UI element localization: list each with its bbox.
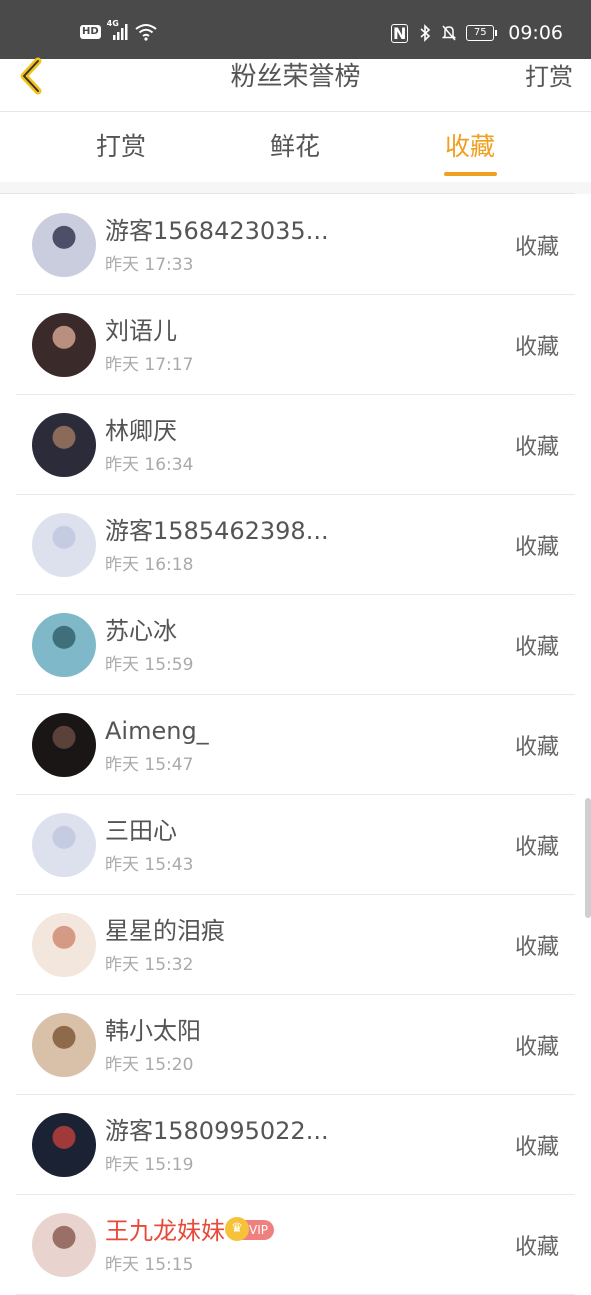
tab-flowers[interactable]: 鲜花	[270, 130, 320, 164]
user-name: 林卿厌	[105, 415, 177, 447]
list-item[interactable]: Aimeng_ 昨天 15:47 收藏	[16, 695, 575, 795]
avatar[interactable]	[32, 213, 96, 277]
list-item[interactable]: 游客1580995022... 昨天 15:19 收藏	[16, 1095, 575, 1195]
status-left: HD 4G	[80, 19, 157, 42]
nfc-icon: N	[391, 23, 409, 43]
active-tab-indicator	[444, 172, 497, 176]
nav-bar: 粉丝荣誉榜 打赏	[0, 57, 591, 112]
user-name: 苏心冰	[105, 615, 177, 647]
list-item[interactable]: 游客1585462398... 昨天 16:18 收藏	[16, 495, 575, 595]
timestamp: 昨天 15:59	[105, 655, 194, 675]
favorite-label: 收藏	[514, 535, 559, 560]
avatar[interactable]	[32, 1113, 96, 1177]
list-item[interactable]: 星星的泪痕昨天 15:32 收藏	[16, 895, 575, 995]
cellular-signal-icon: 4G	[107, 19, 129, 42]
favorite-label: 收藏	[514, 1035, 559, 1060]
user-name: 王九龙妹妹 ♛ VIP	[105, 1215, 274, 1247]
avatar[interactable]	[32, 713, 96, 777]
favorite-label: 收藏	[514, 935, 559, 960]
favorite-label: 收藏	[514, 735, 559, 760]
status-clock: 09:06	[508, 22, 563, 44]
tab-favorites[interactable]: 收藏	[445, 130, 495, 164]
user-name: 游客1580995022...	[105, 1115, 329, 1147]
scrollbar[interactable]	[585, 798, 591, 918]
timestamp: 昨天 15:19	[105, 1155, 194, 1175]
favorite-label: 收藏	[514, 235, 559, 260]
user-name-text: 王九龙妹妹	[105, 1217, 225, 1245]
user-name-text: 星星的泪痕	[105, 917, 225, 945]
vip-badge: ♛ VIP	[225, 1217, 274, 1241]
user-name-text: Aimeng_	[105, 717, 209, 745]
timestamp: 昨天 15:43	[105, 855, 194, 875]
timestamp: 昨天 17:33	[105, 255, 194, 275]
user-name: 游客1568423035...	[105, 215, 329, 247]
timestamp: 昨天 16:18	[105, 555, 194, 575]
list-item[interactable]: 苏心冰昨天 15:59 收藏	[16, 595, 575, 695]
user-name-text: 三田心	[105, 817, 177, 845]
timestamp: 昨天 17:17	[105, 355, 194, 375]
user-name: 星星的泪痕	[105, 915, 225, 947]
timestamp: 昨天 16:34	[105, 455, 194, 475]
avatar[interactable]	[32, 413, 96, 477]
user-name: 韩小太阳	[105, 1015, 201, 1047]
list-item[interactable]: 林卿厌昨天 16:34 收藏	[16, 395, 575, 495]
user-name-text: 韩小太阳	[105, 1017, 201, 1045]
tip-button[interactable]: 打赏	[525, 59, 573, 95]
vip-label: VIP	[249, 1223, 268, 1237]
user-name: 游客1585462398...	[105, 515, 329, 547]
avatar[interactable]	[32, 513, 96, 577]
crown-icon: ♛	[225, 1217, 249, 1241]
status-bar: HD 4G N 75 09:06	[0, 0, 591, 59]
wifi-icon	[135, 24, 157, 41]
favorite-label: 收藏	[514, 435, 559, 460]
battery-icon: 75	[466, 25, 498, 41]
avatar[interactable]	[32, 1213, 96, 1277]
user-name-text: 刘语儿	[105, 317, 177, 345]
list-item[interactable]: 三田心昨天 15:43 收藏	[16, 795, 575, 895]
timestamp: 昨天 15:15	[105, 1255, 194, 1275]
favorite-label: 收藏	[514, 1235, 559, 1260]
avatar[interactable]	[32, 1013, 96, 1077]
user-name-text: 游客1568423035...	[105, 217, 329, 245]
favorite-label: 收藏	[514, 635, 559, 660]
user-name: 刘语儿	[105, 315, 177, 347]
user-name-text: 苏心冰	[105, 617, 177, 645]
status-right: N 75 09:06	[391, 22, 563, 44]
hd-indicator: HD	[80, 25, 101, 39]
tab-tip[interactable]: 打赏	[96, 130, 146, 164]
fan-list: 游客1568423035... 昨天 17:33 收藏 刘语儿 昨天 17:17 收藏 林卿…	[0, 195, 591, 1295]
timestamp: 昨天 15:47	[105, 755, 194, 775]
list-item[interactable]: 游客1568423035... 昨天 17:33 收藏	[16, 195, 575, 295]
page-title: 粉丝荣誉榜	[230, 62, 361, 92]
avatar[interactable]	[32, 813, 96, 877]
favorite-label: 收藏	[514, 1135, 559, 1160]
user-name-text: 林卿厌	[105, 417, 177, 445]
list-item[interactable]: 刘语儿昨天 17:17 收藏	[16, 295, 575, 395]
list-item[interactable]: 王九龙妹妹 ♛ VIP 昨天 15:15 收藏	[16, 1195, 575, 1295]
tab-bar: 打赏 鲜花 收藏	[0, 112, 591, 182]
bluetooth-icon	[420, 24, 431, 42]
user-name: Aimeng_	[105, 715, 209, 747]
timestamp: 昨天 15:20	[105, 1055, 194, 1075]
user-name-text: 游客1585462398...	[105, 517, 329, 545]
favorite-label: 收藏	[514, 335, 559, 360]
divider-line	[0, 193, 575, 194]
avatar[interactable]	[32, 913, 96, 977]
avatar[interactable]	[32, 613, 96, 677]
user-name: 三田心	[105, 815, 177, 847]
user-name-text: 游客1580995022...	[105, 1117, 329, 1145]
notifications-muted-icon	[442, 25, 457, 41]
timestamp: 昨天 15:32	[105, 955, 194, 975]
favorite-label: 收藏	[514, 835, 559, 860]
avatar[interactable]	[32, 313, 96, 377]
list-item[interactable]: 韩小太阳昨天 15:20 收藏	[16, 995, 575, 1095]
